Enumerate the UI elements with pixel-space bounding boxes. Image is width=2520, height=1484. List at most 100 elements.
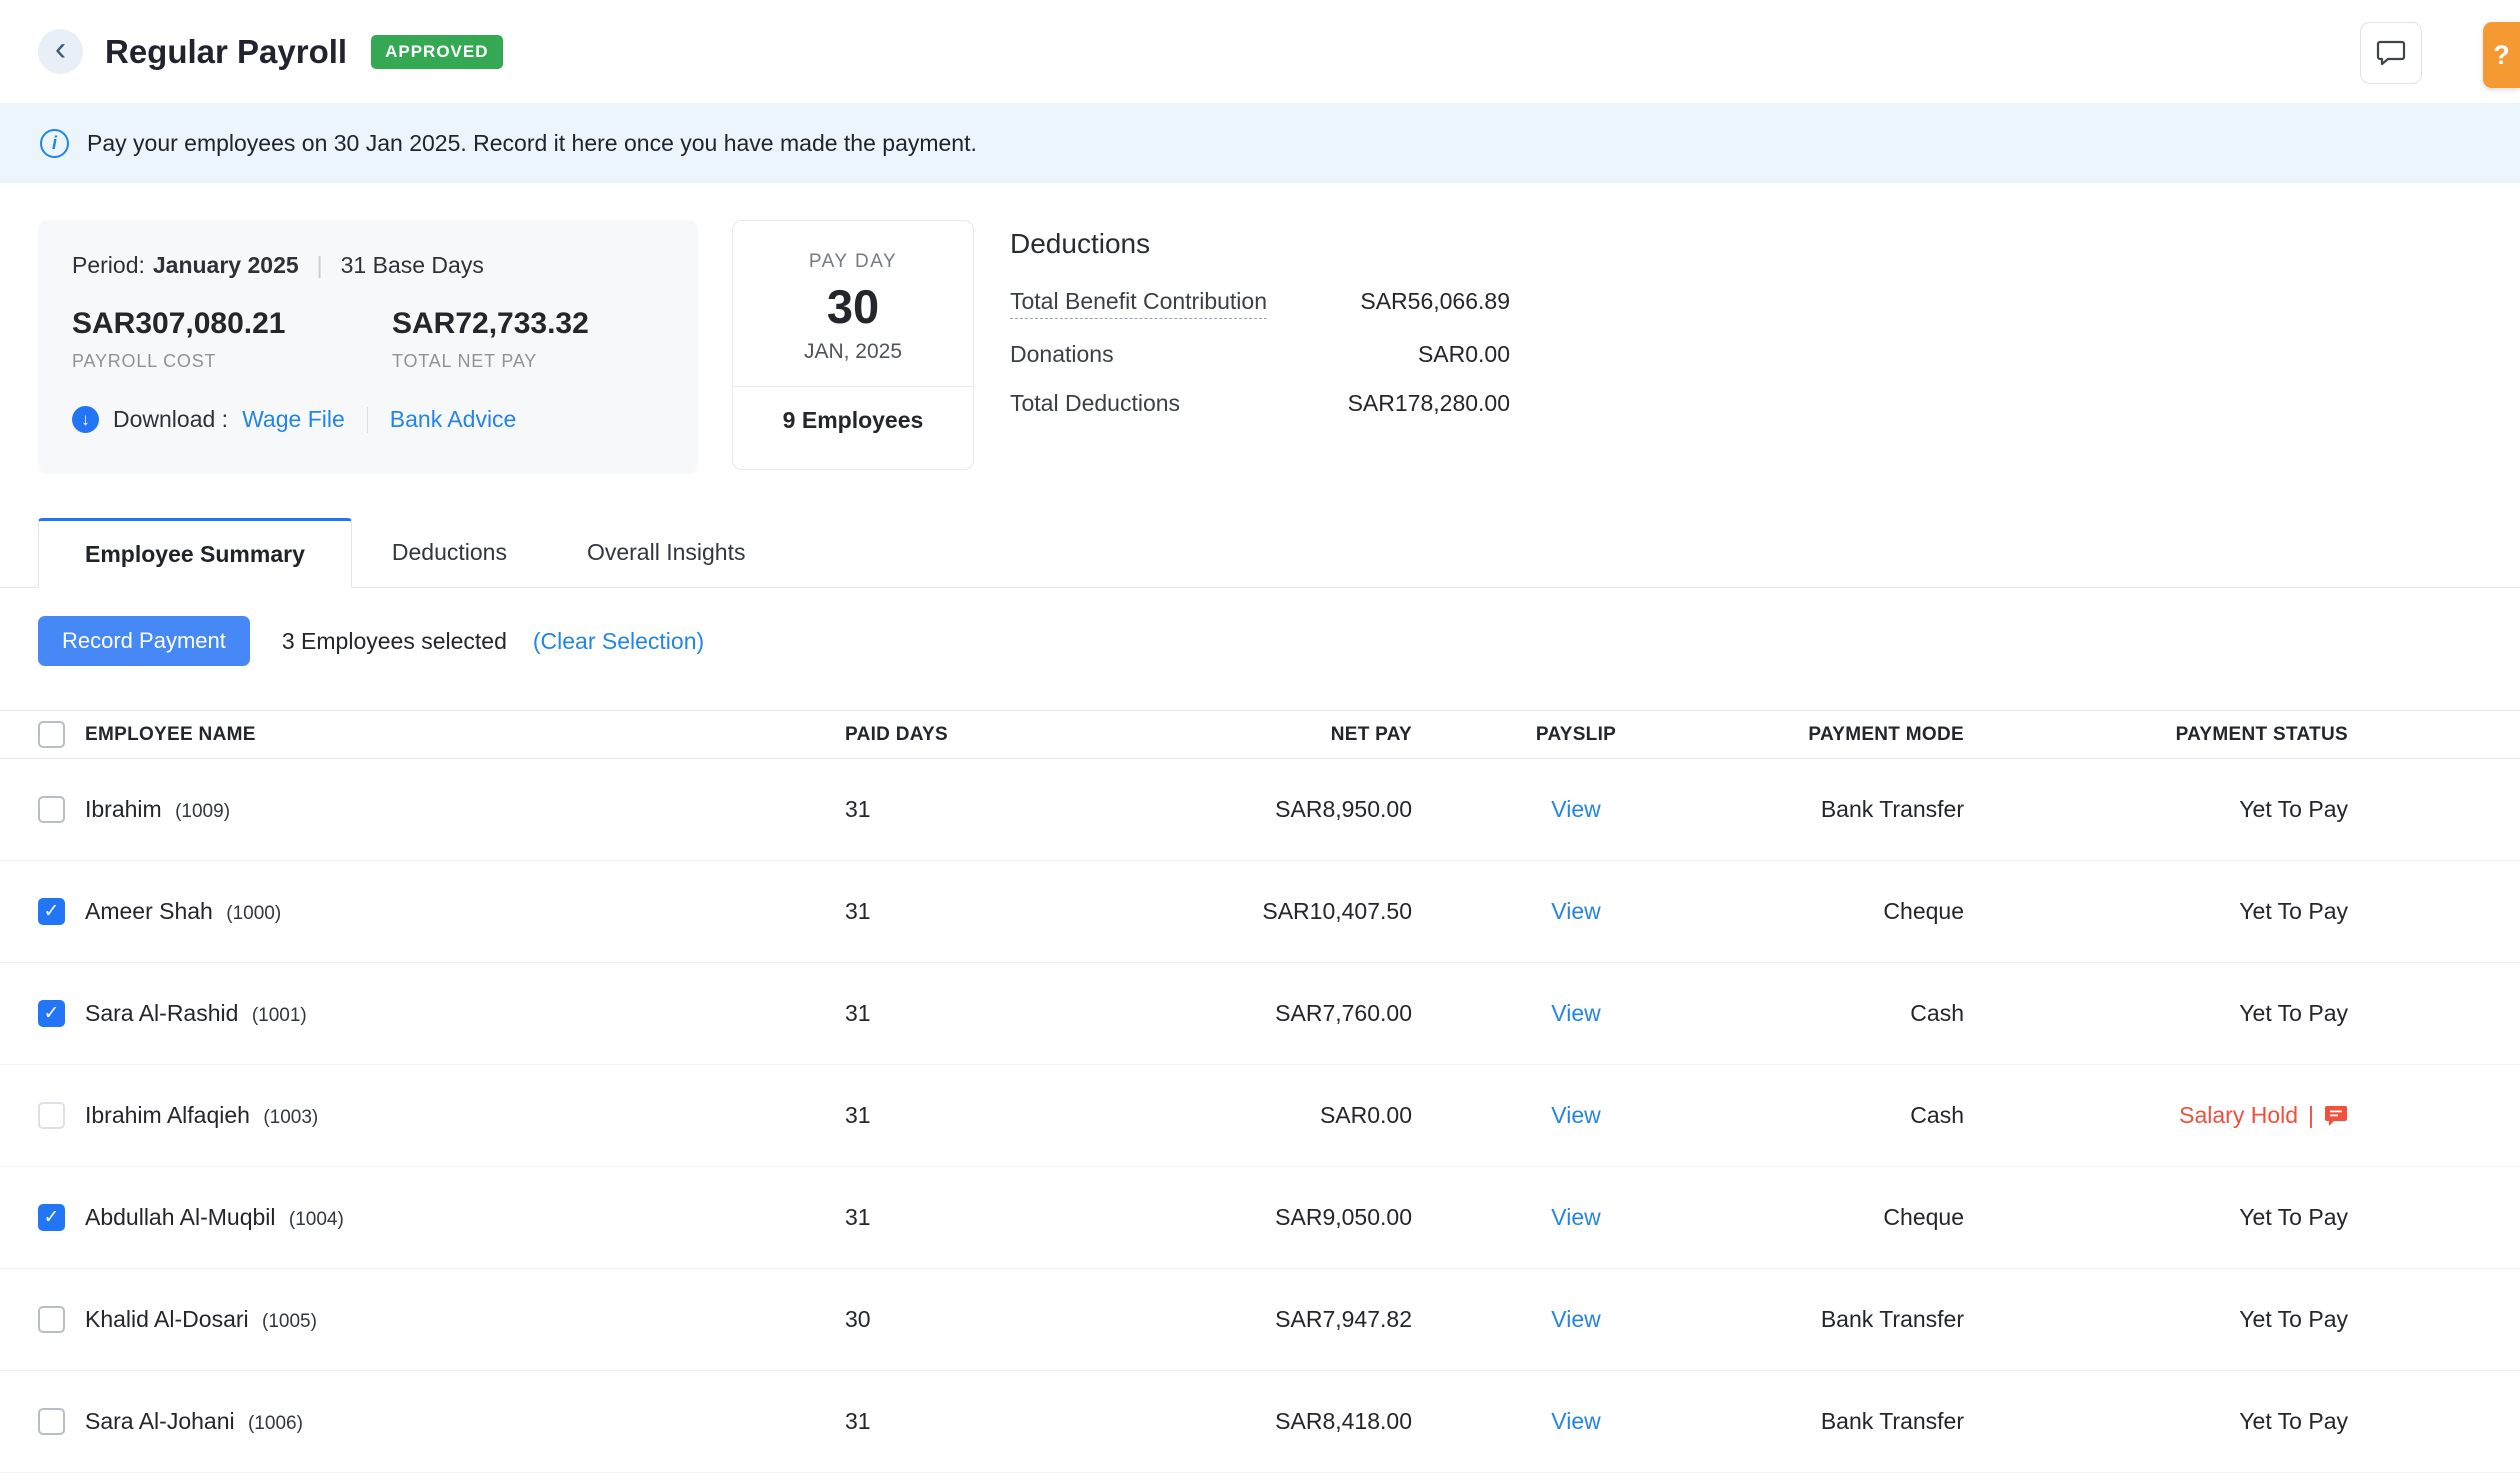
- net-pay-value: SAR7,760.00: [1145, 1000, 1412, 1027]
- deduction-label: Total Deductions: [1010, 390, 1180, 417]
- info-icon: i: [40, 129, 69, 158]
- bank-advice-link[interactable]: Bank Advice: [390, 406, 517, 433]
- row-checkbox[interactable]: [38, 1102, 65, 1129]
- paid-days-value: 31: [845, 796, 1145, 823]
- select-all-checkbox[interactable]: [38, 721, 65, 748]
- actions-row: Record Payment 3 Employees selected (Cle…: [0, 616, 2520, 666]
- payment-mode-value: Bank Transfer: [1740, 796, 1964, 823]
- paid-days-value: 30: [845, 1306, 1145, 1333]
- payslip-view-link[interactable]: View: [1551, 1306, 1600, 1332]
- payment-mode-value: Cash: [1740, 1102, 1964, 1129]
- status-badge: APPROVED: [371, 35, 502, 69]
- table-row: Ibrahim (1009) 31 SAR8,950.00 View Bank …: [0, 759, 2520, 861]
- employee-id: (1001): [252, 1005, 307, 1026]
- table-row: Ibrahim Alfaqieh (1003) 31 SAR0.00 View …: [0, 1065, 2520, 1167]
- payment-status-value: Yet To Pay: [1964, 1306, 2348, 1333]
- payslip-view-link[interactable]: View: [1551, 1000, 1600, 1026]
- payday-label: PAY DAY: [733, 251, 973, 273]
- employee-id: (1006): [248, 1413, 303, 1434]
- table-row: ✓ Ameer Shah (1000) 31 SAR10,407.50 View…: [0, 861, 2520, 963]
- deductions-summary: Deductions Total Benefit Contribution SA…: [1010, 220, 1510, 439]
- payslip-view-link[interactable]: View: [1551, 1102, 1600, 1128]
- table-row: Khalid Al-Dosari (1005) 30 SAR7,947.82 V…: [0, 1269, 2520, 1371]
- employee-table: EMPLOYEE NAME PAID DAYS NET PAY PAYSLIP …: [0, 710, 2520, 1473]
- table-row: Sara Al-Johani (1006) 31 SAR8,418.00 Vie…: [0, 1371, 2520, 1473]
- deduction-label[interactable]: Total Benefit Contribution: [1010, 288, 1267, 319]
- help-tab-button[interactable]: ?: [2483, 22, 2520, 88]
- payment-mode-value: Cash: [1740, 1000, 1964, 1027]
- table-row: ✓ Sara Al-Rashid (1001) 31 SAR7,760.00 V…: [0, 963, 2520, 1065]
- row-checkbox[interactable]: ✓: [38, 1204, 65, 1231]
- total-net-pay-label: TOTAL NET PAY: [392, 351, 712, 372]
- info-banner: i Pay your employees on 30 Jan 2025. Rec…: [0, 103, 2520, 183]
- employee-name: Sara Al-Johani: [85, 1408, 241, 1434]
- payment-status-value: Salary Hold|: [1964, 1102, 2348, 1129]
- employee-id: (1003): [263, 1107, 318, 1128]
- summary-section: Period: January 2025 | 31 Base Days SAR3…: [38, 220, 2520, 474]
- page-title: Regular Payroll: [105, 33, 347, 71]
- net-pay-value: SAR10,407.50: [1145, 898, 1412, 925]
- employee-name: Sara Al-Rashid: [85, 1000, 245, 1026]
- employee-name: Khalid Al-Dosari: [85, 1306, 255, 1332]
- comments-button[interactable]: [2360, 22, 2422, 84]
- paid-days-value: 31: [845, 1408, 1145, 1435]
- paid-days-value: 31: [845, 1102, 1145, 1129]
- employee-name: Ameer Shah: [85, 898, 219, 924]
- row-checkbox[interactable]: [38, 796, 65, 823]
- net-pay-value: SAR8,418.00: [1145, 1408, 1412, 1435]
- payment-status-value: Yet To Pay: [1964, 796, 2348, 823]
- column-header-payment-mode: PAYMENT MODE: [1740, 724, 1964, 746]
- deduction-row: Total Benefit Contribution SAR56,066.89: [1010, 288, 1510, 319]
- help-question-icon: ?: [2493, 40, 2510, 71]
- net-pay-value: SAR7,947.82: [1145, 1306, 1412, 1333]
- net-pay-value: SAR9,050.00: [1145, 1204, 1412, 1231]
- column-header-employee-name: EMPLOYEE NAME: [85, 724, 845, 746]
- wage-file-link[interactable]: Wage File: [242, 406, 345, 433]
- deduction-value: SAR178,280.00: [1348, 390, 1510, 417]
- divider: |: [317, 252, 323, 279]
- payslip-view-link[interactable]: View: [1551, 1408, 1600, 1434]
- row-checkbox[interactable]: ✓: [38, 898, 65, 925]
- deduction-value: SAR0.00: [1418, 341, 1510, 368]
- column-header-paid-days: PAID DAYS: [845, 724, 1145, 746]
- payslip-view-link[interactable]: View: [1551, 796, 1600, 822]
- selected-count-text: 3 Employees selected: [282, 628, 507, 655]
- back-chevron-icon: ‹: [55, 32, 66, 66]
- total-net-pay-value: SAR72,733.32: [392, 307, 712, 341]
- deductions-title: Deductions: [1010, 228, 1510, 260]
- tab-deductions[interactable]: Deductions: [352, 517, 547, 587]
- base-days: 31 Base Days: [341, 252, 484, 279]
- row-checkbox[interactable]: [38, 1408, 65, 1435]
- row-checkbox[interactable]: ✓: [38, 1000, 65, 1027]
- record-payment-button[interactable]: Record Payment: [38, 616, 250, 666]
- employee-id: (1000): [226, 903, 281, 924]
- tab-overall-insights[interactable]: Overall Insights: [547, 517, 786, 587]
- period-summary-card: Period: January 2025 | 31 Base Days SAR3…: [38, 220, 698, 474]
- payroll-cost-label: PAYROLL COST: [72, 351, 392, 372]
- payment-status-value: Yet To Pay: [1964, 1408, 2348, 1435]
- comment-bubble-icon: [2376, 39, 2406, 67]
- page-header: ‹ Regular Payroll APPROVED ?: [0, 0, 2520, 103]
- deduction-label: Donations: [1010, 341, 1114, 368]
- back-button[interactable]: ‹: [38, 29, 83, 74]
- column-header-payment-status: PAYMENT STATUS: [1964, 724, 2348, 746]
- employee-name: Abdullah Al-Muqbil: [85, 1204, 282, 1230]
- paid-days-value: 31: [845, 1000, 1145, 1027]
- payslip-view-link[interactable]: View: [1551, 898, 1600, 924]
- employee-name: Ibrahim Alfaqieh: [85, 1102, 256, 1128]
- tab-employee-summary[interactable]: Employee Summary: [38, 518, 352, 588]
- download-label: Download :: [113, 406, 228, 433]
- payment-mode-value: Cheque: [1740, 898, 1964, 925]
- payslip-view-link[interactable]: View: [1551, 1204, 1600, 1230]
- payment-status-value: Yet To Pay: [1964, 1000, 2348, 1027]
- hold-comment-icon[interactable]: [2324, 1105, 2348, 1127]
- period-label: Period:: [72, 252, 145, 279]
- deduction-row: Total Deductions SAR178,280.00: [1010, 390, 1510, 417]
- divider: [367, 407, 368, 433]
- row-checkbox[interactable]: [38, 1306, 65, 1333]
- salary-hold-status: Salary Hold|: [2179, 1102, 2348, 1129]
- employee-id: (1009): [175, 801, 230, 822]
- employee-name: Ibrahim: [85, 796, 168, 822]
- period-value: January 2025: [153, 252, 299, 279]
- clear-selection-link[interactable]: (Clear Selection): [533, 628, 704, 655]
